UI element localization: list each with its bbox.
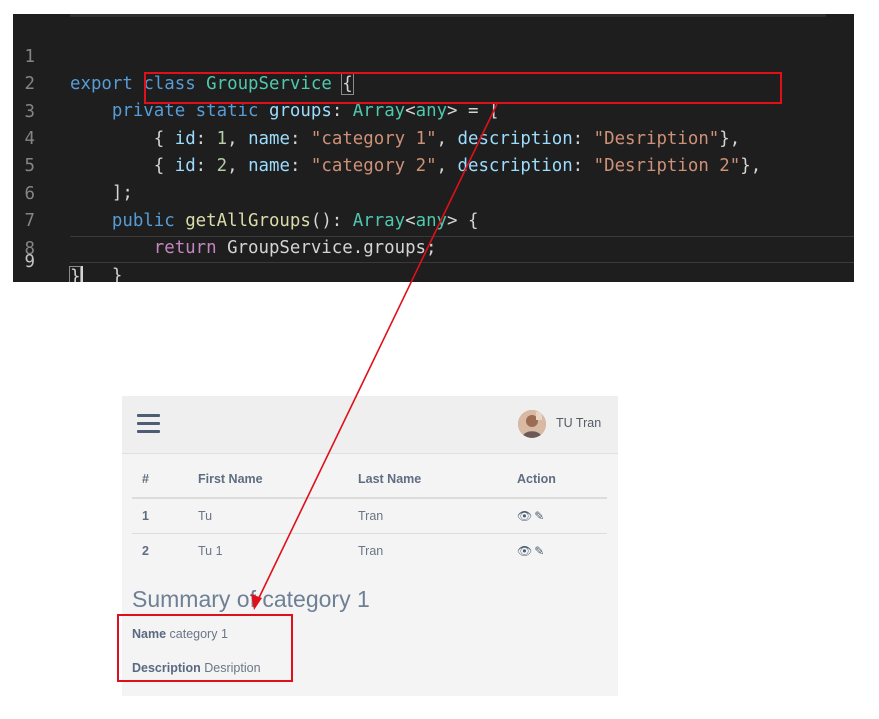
avatar-image	[518, 410, 546, 438]
table-row: 1 Tu Tran 👁︎ ✎	[132, 498, 607, 534]
edit-icon[interactable]: ✎	[534, 544, 544, 558]
column-header-last-name: Last Name	[348, 461, 507, 499]
code-line-5: 5 ];	[13, 126, 854, 203]
code-editor: 1 export class GroupService { 2 private …	[13, 14, 854, 282]
code-line-8: 8 }	[13, 209, 854, 282]
column-header-action: Action	[507, 461, 607, 499]
row-index: 2	[142, 544, 149, 558]
column-header-index: #	[132, 461, 188, 499]
code-line-2: 2 private static groups: Array<any> = [	[13, 44, 854, 121]
text-cursor	[81, 266, 84, 282]
line-number: 9	[24, 252, 35, 272]
column-header-first-name: First Name	[188, 461, 348, 499]
eye-icon[interactable]: 👁︎	[517, 509, 532, 523]
users-table: # First Name Last Name Action 1 Tu Tran …	[132, 461, 607, 568]
row-first-name: Tu	[188, 498, 348, 534]
table-row: 2 Tu 1 Tran 👁︎ ✎	[132, 534, 607, 569]
hamburger-menu-icon[interactable]	[137, 414, 160, 434]
table-header-row: # First Name Last Name Action	[132, 461, 607, 499]
summary-title: Summary of category 1	[132, 586, 370, 612]
edit-icon[interactable]: ✎	[534, 509, 544, 523]
summary-description-field: Description Desription	[132, 661, 261, 675]
row-last-name: Tran	[348, 498, 507, 534]
row-actions: 👁︎ ✎	[507, 498, 607, 534]
row-last-name: Tran	[358, 544, 384, 558]
eye-icon[interactable]: 👁︎	[517, 544, 532, 558]
row-first-name: Tu 1	[198, 544, 223, 558]
row-actions: 👁︎ ✎	[507, 534, 607, 569]
row-index: 1	[132, 498, 188, 534]
user-name[interactable]: TU Tran	[556, 416, 601, 430]
summary-description-label: Description	[132, 661, 201, 675]
summary-name-value: category 1	[169, 627, 228, 641]
code-line-1: 1 export class GroupService {	[13, 17, 854, 95]
code-line-3: 3 { id: 1, name: "category 1", descripti…	[13, 72, 854, 149]
app-window: TU Tran # First Name Last Name Action 1 …	[122, 396, 618, 696]
app-header: TU Tran	[122, 396, 618, 454]
code-line-6: 6 public getAllGroups(): Array<any> {	[13, 154, 854, 231]
code-line-4: 4 { id: 2, name: "category 2", descripti…	[13, 99, 854, 176]
summary-name-field: Name category 1	[132, 627, 228, 641]
summary-description-value: Desription	[204, 661, 261, 675]
summary-name-label: Name	[132, 627, 167, 641]
code-line-9[interactable]: }	[68, 236, 854, 282]
code-line-7: 7 return GroupService.groups;	[13, 181, 854, 258]
avatar[interactable]	[518, 410, 546, 438]
